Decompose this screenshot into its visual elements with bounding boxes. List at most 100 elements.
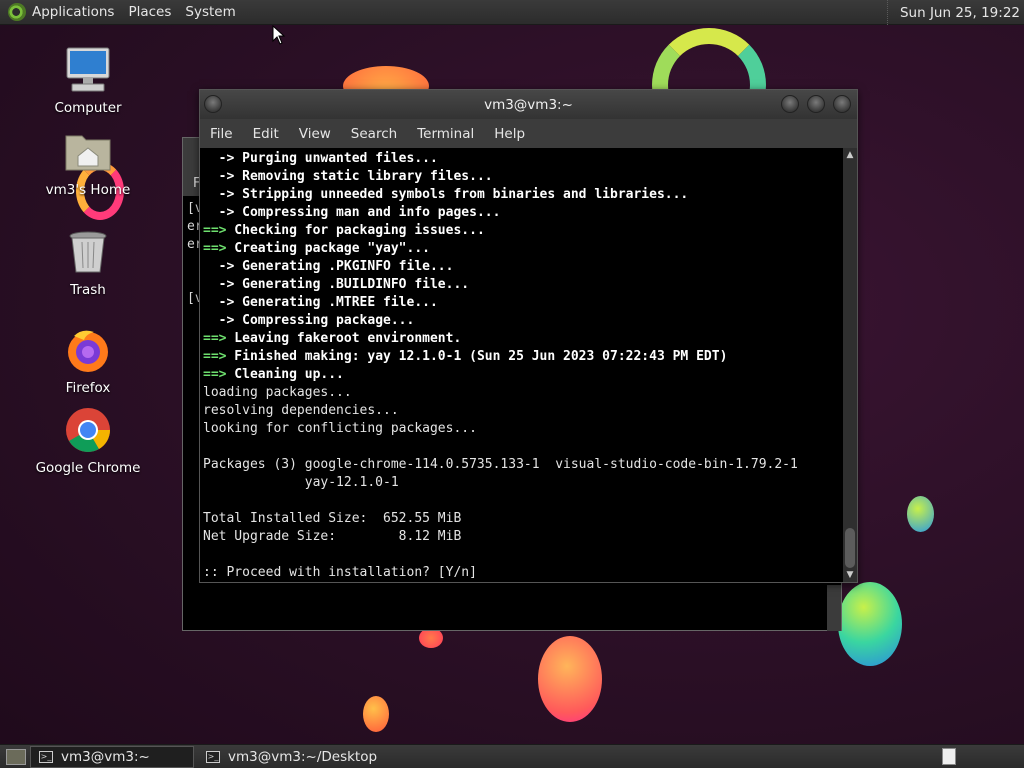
terminal-line-text: Total Installed Size: 652.55 MiB [203,511,462,526]
terminal-line-text: Finished making: yay 12.1.0-1 (Sun 25 Ju… [226,349,728,364]
window-menu-button[interactable] [204,95,222,113]
terminal-line: -> Removing static library files... [203,168,843,186]
desktop-icon-chrome[interactable]: Google Chrome [33,406,143,476]
terminal-line: -> Generating .BUILDINFO file... [203,276,843,294]
taskbar-item-terminal-desktop[interactable]: >_ vm3@vm3:~/Desktop [198,746,385,768]
desktop-icon-label: Firefox [65,380,111,396]
terminal-line-prefix: ==> [203,241,227,256]
taskbar-item-terminal-home[interactable]: >_ vm3@vm3:~ [30,745,194,768]
terminal-line-text: Compressing package... [234,313,415,328]
terminal-line: ==> Finished making: yay 12.1.0-1 (Sun 2… [203,348,843,366]
terminal-line: Total Installed Size: 652.55 MiB [203,510,843,528]
desktop-icon-home[interactable]: vm3's Home [33,128,143,198]
terminal-line-text: Checking for packaging issues... [226,223,485,238]
terminal-line-text: :: Proceed with installation? [Y/n] [203,565,477,580]
window-title: vm3@vm3:~ [484,96,573,113]
chrome-icon [64,406,112,454]
terminal-line-prefix: -> [203,205,235,220]
close-button[interactable] [833,95,851,113]
desktop-icon-trash[interactable]: Trash [33,228,143,298]
menu-search[interactable]: Search [351,126,397,142]
desktop-icon-label: Computer [54,100,122,116]
desktop-icon-firefox[interactable]: Firefox [33,326,143,396]
terminal-line-text: Purging unwanted files... [234,151,438,166]
terminal-line-prefix: -> [203,259,235,274]
terminal-line: -> Generating .MTREE file... [203,294,843,312]
desktop-icon-label: Trash [70,282,106,298]
terminal-line: Packages (3) google-chrome-114.0.5735.13… [203,456,843,474]
trash-icon [64,228,112,276]
terminal-line-text: looking for conflicting packages... [203,421,477,436]
menu-edit[interactable]: Edit [253,126,279,142]
terminal-window[interactable]: vm3@vm3:~ File Edit View Search Terminal… [199,89,858,583]
applications-menu[interactable]: Applications [32,4,114,20]
menu-file[interactable]: File [210,126,233,142]
terminal-line-text: Generating .MTREE file... [234,295,438,310]
terminal-line: -> Compressing man and info pages... [203,204,843,222]
terminal-line-text: resolving dependencies... [203,403,399,418]
menu-help[interactable]: Help [494,126,525,142]
wallpaper-blob-small-green [907,496,934,532]
wallpaper-blob-green-blue [838,582,902,666]
terminal-line: ==> Creating package "yay"... [203,240,843,258]
bottom-taskbar: >_ vm3@vm3:~ >_ vm3@vm3:~/Desktop [0,744,1024,768]
terminal-line-text: Compressing man and info pages... [234,205,501,220]
terminal-icon: >_ [206,750,220,763]
desktop-icon-computer[interactable]: Computer [33,46,143,116]
home-folder-icon [64,128,112,176]
desktop-icon-label: vm3's Home [45,182,131,198]
terminal-line: yay-12.1.0-1 [203,474,843,492]
terminal-line-prefix: -> [203,169,235,184]
terminal-line-prefix: -> [203,313,235,328]
menu-terminal[interactable]: Terminal [417,126,474,142]
terminal-line: ==> Cleaning up... [203,366,843,384]
terminal-line: -> Compressing package... [203,312,843,330]
terminal-line-prefix: ==> [203,223,227,238]
firefox-icon [64,326,112,374]
wallpaper-blob-small-red [419,628,443,648]
terminal-line-text: Leaving fakeroot environment. [226,331,462,346]
terminal-line: -> Purging unwanted files... [203,150,843,168]
terminal-line-text: loading packages... [203,385,352,400]
terminal-line: ==> Checking for packaging issues... [203,222,843,240]
workspace-switcher[interactable] [942,748,956,765]
terminal-icon: >_ [39,750,53,763]
desktop-icon-label: Google Chrome [35,460,141,476]
terminal-scrollbar[interactable]: ▲ ▼ [843,148,857,582]
terminal-line: -> Stripping unneeded symbols from binar… [203,186,843,204]
terminal-line: Net Upgrade Size: 8.12 MiB [203,528,843,546]
terminal-line-text: Packages (3) google-chrome-114.0.5735.13… [203,457,798,472]
maximize-button[interactable] [807,95,825,113]
terminal-menubar: File Edit View Search Terminal Help [200,119,857,148]
terminal-titlebar[interactable]: vm3@vm3:~ [200,90,857,119]
wallpaper-blob-orange [538,636,602,722]
scroll-down-icon[interactable]: ▼ [845,570,855,580]
terminal-line-text: yay-12.1.0-1 [203,475,399,490]
terminal-line-prefix: -> [203,277,235,292]
show-desktop-icon[interactable] [6,748,26,765]
clock[interactable]: Sun Jun 25, 19:22 [886,0,1024,25]
terminal-line: resolving dependencies... [203,402,843,420]
terminal-line: ==> Leaving fakeroot environment. [203,330,843,348]
terminal-output[interactable]: -> Purging unwanted files... -> Removing… [200,148,843,582]
scroll-thumb[interactable] [845,528,855,568]
top-panel: Applications Places System Sun Jun 25, 1… [0,0,1024,25]
task-label: vm3@vm3:~ [61,748,150,765]
terminal-line-text: Generating .PKGINFO file... [234,259,454,274]
terminal-line-text: Net Upgrade Size: 8.12 MiB [203,529,462,544]
scroll-up-icon[interactable]: ▲ [845,150,855,160]
minimize-button[interactable] [781,95,799,113]
wallpaper-blob-small-orange [363,696,389,732]
terminal-line-text: Removing static library files... [234,169,493,184]
background-scrollbar[interactable] [827,585,841,631]
terminal-line-text: Cleaning up... [226,367,344,382]
distro-logo-icon[interactable] [8,3,26,21]
mouse-cursor-icon [272,25,286,45]
terminal-line: :: Proceed with installation? [Y/n] [203,564,843,582]
menu-view[interactable]: View [299,126,331,142]
system-menu[interactable]: System [185,4,235,20]
places-menu[interactable]: Places [128,4,171,20]
